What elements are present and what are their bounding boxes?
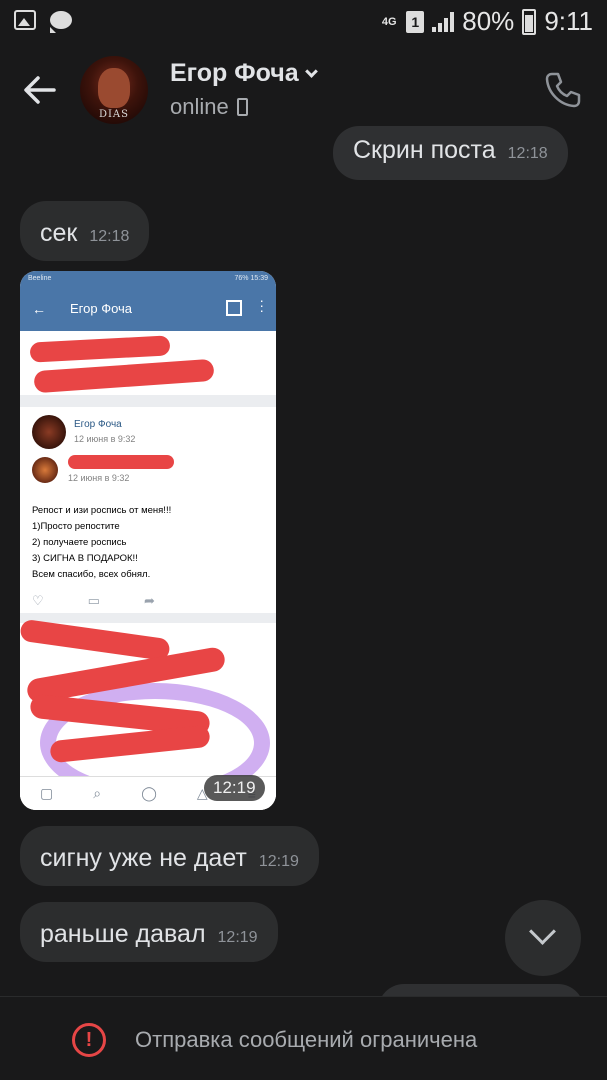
avatar[interactable]: DIAS [80,56,148,124]
redaction-scribble [20,618,171,662]
screenshot-post-actions: ♡ ▭ ➦ [32,593,155,609]
post-line: Всем спасибо, всех обнял. [32,569,151,580]
screenshot-post-text: Репост и изи роспись от меня!!! 1)Просто… [32,503,171,583]
mobile-icon [236,98,248,116]
network-type: 4G [381,15,397,28]
restricted-notice: Отправка сообщений ограничена [135,1027,478,1052]
message-time: 12:19 [217,929,258,946]
chevron-down-icon [304,65,318,78]
status-bar: 4G 1 80% 9:11 [0,0,607,46]
message-text: сек [40,219,78,247]
message-incoming[interactable]: сигну уже не дает 12:19 [20,826,319,886]
message-text: раньше давал [40,920,206,948]
post-line: 3) СИГНА В ПОДАРОК!! [32,553,138,564]
contact-status: online [170,94,248,120]
contact-status-text: online [170,94,229,119]
scroll-down-button[interactable] [505,900,581,976]
message-text: Скрин поста [353,136,496,164]
image-message[interactable]: Beeline 76% 15:39 ← Егор Фоча · · · Егор Ф… [20,271,276,810]
screenshot-qr-icon [226,300,242,316]
redaction-scribble [29,335,171,363]
screenshot-post-date: 12 июня в 9:32 [74,434,136,444]
battery-icon [522,8,537,35]
comment-icon: ▭ [87,593,100,608]
screenshot-status-bar: Beeline 76% 15:39 [20,271,276,287]
redaction-scribble [33,358,215,394]
news-icon: ▢ [40,785,54,801]
screenshot-title: Егор Фоча [70,301,133,316]
screenshot-repost-avatar [32,457,58,483]
phone-call-icon[interactable] [543,70,583,110]
message-text: сигну уже не дает [40,844,247,872]
message-time: 12:18 [89,228,130,245]
screenshot-toolbar: ← Егор Фоча · · · [20,287,276,331]
search-icon: ⌕ [93,785,102,801]
screenshot-feed: Егор Фоча 12 июня в 9:32 12 июня в 9:32 … [20,331,276,810]
screenshot-card-top [20,331,276,395]
like-icon: ♡ [32,593,44,608]
post-line: Репост и изи роспись от меня!!! [32,505,172,516]
message-notification-icon [50,11,72,33]
message-outgoing[interactable]: Скрин поста 12:18 [333,126,568,180]
battery-percent: 80% [462,6,515,36]
screenshot-post: Егор Фоча 12 июня в 9:32 12 июня в 9:32 … [20,407,276,613]
message-incoming[interactable]: раньше давал 12:19 [20,902,278,962]
post-line: 2) получаете роспись [32,537,127,548]
screenshot-author-avatar [32,415,66,449]
avatar-text: DIAS [98,109,130,120]
redaction-scribble [68,455,174,469]
message-time: 12:18 [507,145,548,162]
screenshot-back-icon: ← [32,301,46,317]
message-incoming[interactable]: сек 12:18 [20,201,150,261]
composer-restricted-bar: ! Отправка сообщений ограничена [0,996,607,1080]
share-icon: ➦ [143,593,155,608]
gallery-notification-icon [14,10,36,30]
screenshot-repost-date: 12 июня в 9:32 [68,473,130,483]
screenshot-status-right: 76% 15:39 [234,275,268,282]
image-message-time: 12:19 [204,775,265,801]
screenshot-author-name: Егор Фоча [74,419,122,430]
clock: 9:11 [544,6,593,36]
contact-name-text: Егор Фоча [170,59,299,87]
messages-icon: ◯ [141,785,157,801]
back-arrow-icon[interactable] [22,72,58,108]
screenshot-carrier: Beeline [28,275,52,282]
post-line: 1)Просто репостите [32,521,120,532]
screenshot-more-icon: · · · [259,292,264,318]
signal-icon [432,11,455,32]
chat-header: DIAS Егор Фоча online [0,46,607,136]
contact-name[interactable]: Егор Фоча [170,59,318,88]
warning-icon: ! [72,1023,106,1057]
sim-icon: 1 [406,10,425,33]
message-time: 12:19 [258,853,299,870]
